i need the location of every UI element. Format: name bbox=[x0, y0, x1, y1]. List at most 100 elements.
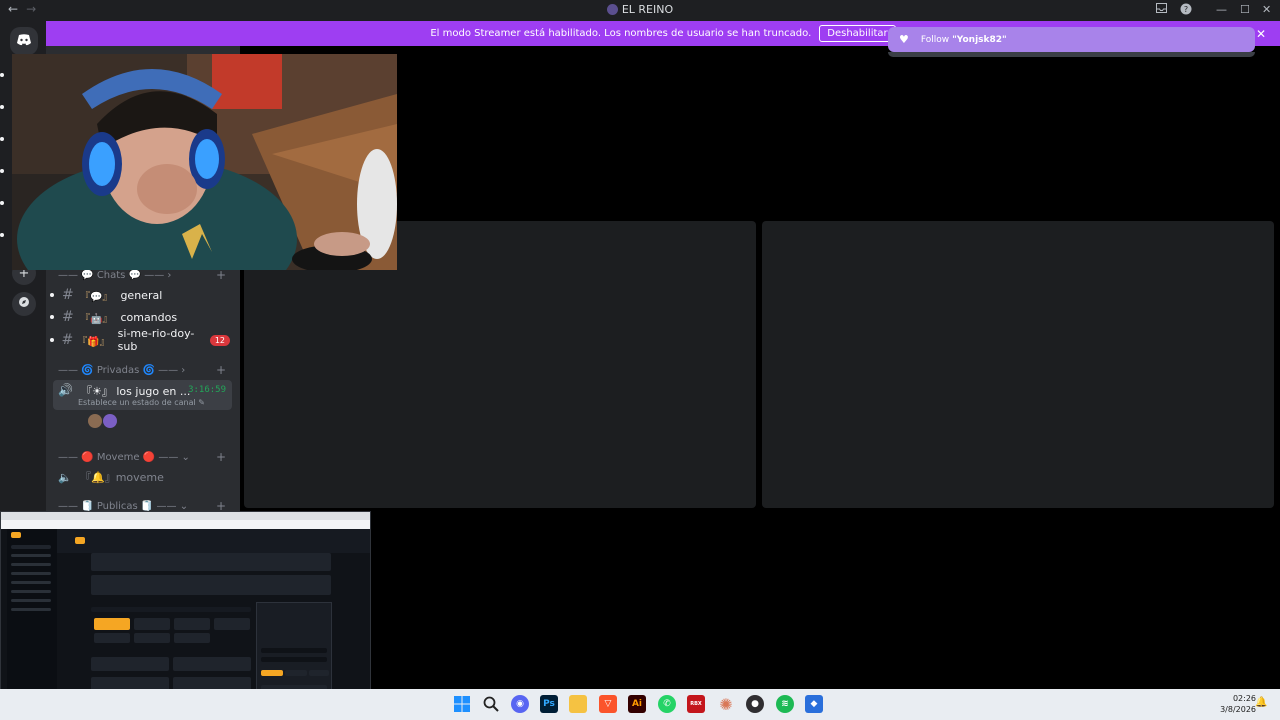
channel-general[interactable]: # 『💬』 general bbox=[50, 285, 230, 305]
help-icon[interactable]: ? bbox=[1180, 3, 1192, 18]
whatsapp-app-icon[interactable]: ✆ bbox=[658, 695, 676, 713]
capture-panel-toggle bbox=[261, 670, 283, 676]
maximize-button[interactable]: ☐ bbox=[1240, 3, 1250, 16]
capture-header bbox=[57, 529, 370, 553]
notification-bell-icon[interactable]: 🔔 bbox=[1255, 697, 1267, 708]
minimize-button[interactable]: — bbox=[1216, 3, 1227, 16]
screen-capture-overlay bbox=[0, 511, 371, 715]
voice-member-avatar[interactable] bbox=[103, 414, 117, 428]
discord-app-icon[interactable]: ◉ bbox=[511, 695, 529, 713]
clock-date: 3/8/2026 bbox=[1220, 705, 1256, 714]
illustrator-app-icon[interactable]: Ai bbox=[628, 695, 646, 713]
toast-shadow bbox=[888, 52, 1255, 57]
channel-name: si-me-rio-doy-sub bbox=[117, 327, 195, 353]
system-clock[interactable]: 02:26 3/8/2026 bbox=[1210, 693, 1256, 715]
svg-text:?: ? bbox=[1184, 5, 1188, 14]
spotify-app-icon[interactable]: ≋ bbox=[776, 695, 794, 713]
capture-nav-item bbox=[11, 608, 51, 611]
voice-member-avatar[interactable] bbox=[88, 414, 102, 428]
server-pip bbox=[0, 137, 4, 141]
capture-field bbox=[173, 657, 251, 671]
webcam-overlay bbox=[12, 54, 397, 270]
text-channel-icon: # bbox=[61, 332, 74, 348]
brave-browser-icon[interactable]: ▽ bbox=[599, 695, 617, 713]
add-channel-icon[interactable]: + bbox=[216, 450, 226, 464]
capture-field bbox=[91, 657, 169, 671]
windows-start-icon[interactable] bbox=[453, 695, 471, 713]
unread-pip bbox=[50, 315, 54, 319]
channel-comandos[interactable]: # 『🤖』 comandos bbox=[50, 307, 230, 327]
capture-logo bbox=[11, 532, 21, 538]
server-name: EL REINO bbox=[621, 3, 674, 16]
text-channel-icon: # bbox=[62, 287, 74, 303]
category-label: Chats bbox=[96, 270, 126, 281]
heart-icon: ♥ bbox=[899, 33, 909, 46]
capture-card bbox=[91, 575, 331, 595]
category-label: Privadas bbox=[96, 365, 140, 376]
discord-logo-icon bbox=[16, 33, 32, 49]
vpn-app-icon[interactable]: ◆ bbox=[805, 695, 823, 713]
capture-selected-option bbox=[94, 618, 130, 630]
compass-icon bbox=[18, 296, 30, 312]
channel-si-me-rio-doy-sub[interactable]: # 『🎁』 si-me-rio-doy-sub 12 bbox=[50, 327, 231, 353]
capture-panel-row bbox=[261, 648, 327, 653]
capture-card bbox=[91, 553, 331, 571]
search-icon[interactable] bbox=[482, 695, 500, 713]
clock-time: 02:26 bbox=[1232, 694, 1256, 703]
capture-option bbox=[174, 618, 210, 630]
discord-window: ← → EL REINO ? — ☐ ✕ 3 + bbox=[0, 0, 1280, 720]
follow-label: Follow bbox=[920, 34, 950, 45]
unread-pip bbox=[50, 338, 54, 342]
roblox-app-icon[interactable]: RBX bbox=[687, 695, 705, 713]
capture-nav-item bbox=[11, 554, 51, 557]
follow-alert: ♥ Follow "Yonjsk82" bbox=[888, 27, 1255, 52]
follower-username: "Yonjsk82" bbox=[952, 34, 1007, 45]
browser-address-bar bbox=[1, 520, 370, 529]
category-moveme[interactable]: —— 🔴 Moveme 🔴 —— ⌄ bbox=[58, 452, 190, 463]
server-pip bbox=[0, 201, 4, 205]
channel-emoji: 『💬』 bbox=[80, 291, 113, 303]
direct-messages-button[interactable] bbox=[10, 27, 38, 55]
capture-nav-item bbox=[11, 572, 51, 575]
voice-channel-active[interactable]: 🔊 『☀』 los jugo en ... 3:16:59 Establece … bbox=[53, 380, 232, 410]
category-privadas[interactable]: —— 🌀 Privadas 🌀 —— › bbox=[58, 365, 185, 376]
channel-status-prompt[interactable]: Establece un estado de canal ✎ bbox=[78, 398, 205, 407]
inbox-icon[interactable] bbox=[1156, 3, 1167, 16]
close-alert-button[interactable]: ✕ bbox=[1256, 27, 1266, 41]
unread-pip bbox=[50, 293, 54, 297]
channel-emoji: 『🤖』 bbox=[80, 313, 113, 325]
capture-nav-item bbox=[11, 545, 51, 549]
voice-channel-name: 『☀』 los jugo en ... bbox=[81, 385, 191, 398]
channel-emoji: 『🎁』 bbox=[77, 336, 110, 348]
webcam-image bbox=[12, 54, 397, 270]
capture-nav-item bbox=[11, 599, 51, 602]
server-pip bbox=[0, 169, 4, 173]
channel-moveme[interactable]: 🔈 『🔔』 moveme bbox=[50, 467, 230, 487]
explore-servers-button[interactable] bbox=[12, 292, 36, 316]
browser-tab-strip bbox=[1, 512, 370, 520]
add-channel-icon[interactable]: + bbox=[216, 268, 226, 282]
claude-app-icon[interactable]: ✺ bbox=[717, 695, 735, 714]
photoshop-app-icon[interactable]: Ps bbox=[540, 695, 558, 713]
capture-option bbox=[134, 633, 170, 643]
channel-name: comandos bbox=[120, 310, 178, 324]
text-channel-icon: # bbox=[62, 309, 74, 325]
title-bar: ← → EL REINO ? — ☐ ✕ bbox=[0, 0, 1280, 21]
close-window-button[interactable]: ✕ bbox=[1262, 3, 1271, 16]
add-channel-icon[interactable]: + bbox=[216, 363, 226, 377]
server-pip bbox=[0, 105, 4, 109]
category-chats[interactable]: —— 💬 Chats 💬 —— › bbox=[58, 270, 171, 281]
capture-option bbox=[94, 633, 130, 643]
file-explorer-icon[interactable] bbox=[569, 695, 587, 713]
obs-app-icon[interactable]: ● bbox=[746, 695, 764, 713]
window-title: EL REINO bbox=[0, 3, 1280, 16]
speaker-icon: 🔊 bbox=[58, 383, 73, 397]
capture-card bbox=[91, 607, 251, 612]
capture-app-sidebar bbox=[7, 529, 57, 714]
disable-streamer-mode-button[interactable]: Deshabilitar bbox=[819, 25, 896, 42]
stream-tile[interactable] bbox=[762, 221, 1274, 508]
speaker-muted-icon: 🔈 bbox=[58, 470, 72, 484]
capture-badge bbox=[75, 537, 85, 544]
category-label: Moveme bbox=[96, 452, 140, 463]
capture-option bbox=[134, 618, 170, 630]
